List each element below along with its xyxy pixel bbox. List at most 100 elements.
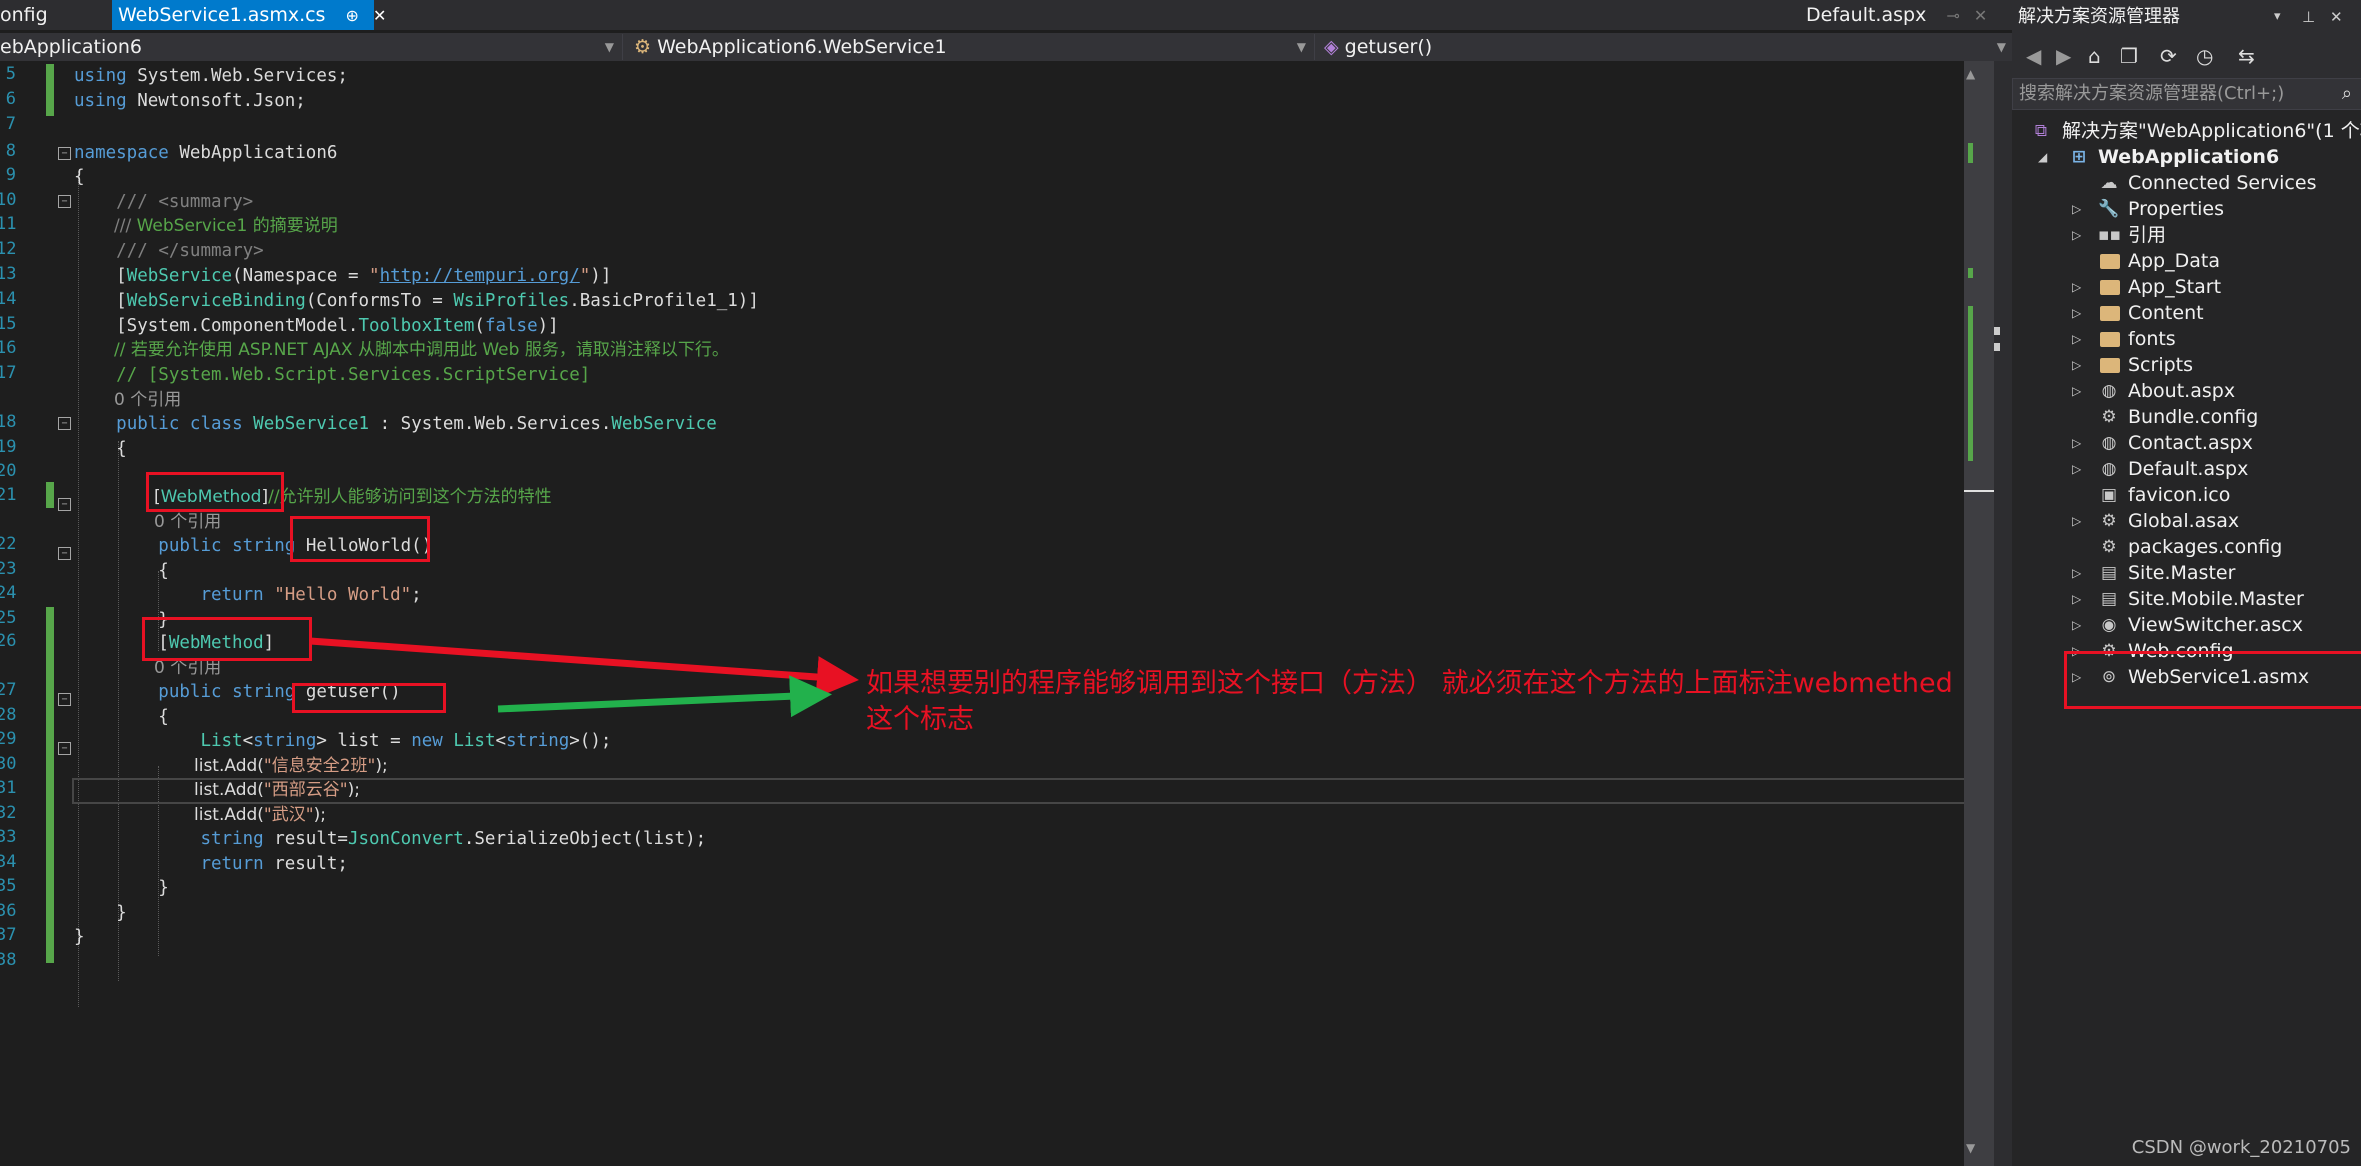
project-dropdown-value: ebApplication6 <box>0 36 142 58</box>
project-dropdown[interactable]: ebApplication6 ▼ <box>0 34 623 60</box>
tree-item-properties[interactable]: ▷ 🔧 Properties <box>2032 196 2361 222</box>
collapsed-icon[interactable]: ▷ <box>2072 274 2081 300</box>
web-page-icon: ◍ <box>2101 459 2117 479</box>
tree-item-site-master[interactable]: ▷ ▤ Site.Master <box>2032 560 2361 586</box>
line-number: 18 <box>0 412 17 432</box>
tree-item-favicon-ico[interactable]: ▣ favicon.ico <box>2032 482 2361 508</box>
code-editor[interactable]: 5 6 7 8 9 10 11 12 13 14 15 16 17 18 19 20 21 22 23 24 25 26 2… <box>0 61 1964 1166</box>
config-icon: ⚙ <box>2101 407 2117 427</box>
search-icon[interactable]: ⌕ <box>2342 79 2352 109</box>
line-number: 17 <box>0 363 17 383</box>
tree-item-content[interactable]: ▷ Content <box>2032 300 2361 326</box>
line-number: 10 <box>0 190 17 210</box>
tree-item-connected-services[interactable]: ☁ Connected Services <box>2032 170 2361 196</box>
code-line: } <box>74 927 85 947</box>
tree-item-app-start[interactable]: ▷ App_Start <box>2032 274 2361 300</box>
highlight-box-helloworld <box>290 516 430 562</box>
wrench-icon: 🔧 <box>2098 199 2120 219</box>
line-number: 13 <box>0 264 17 284</box>
tree-item-packages-config[interactable]: ⚙ packages.config <box>2032 534 2361 560</box>
sync-icon[interactable]: ⟳ <box>2160 44 2177 68</box>
search-solution-explorer-input[interactable]: 搜索解决方案资源管理器(Ctrl+;) ⌕ <box>2012 78 2361 110</box>
switch-views-icon[interactable]: ❐ <box>2120 44 2138 68</box>
codelens-references[interactable]: 0 个引用 <box>114 388 181 412</box>
tree-item-fonts[interactable]: ▷ fonts <box>2032 326 2361 352</box>
fold-toggle[interactable]: − <box>58 742 71 755</box>
change-marker <box>1968 306 1973 461</box>
collapsed-icon[interactable]: ▷ <box>2072 196 2081 222</box>
tree-item-app-data[interactable]: App_Data <box>2032 248 2361 274</box>
collapsed-icon[interactable]: ▷ <box>2072 326 2081 352</box>
collapsed-icon[interactable]: ▷ <box>2072 378 2081 404</box>
tab-webservice1-asmx-cs[interactable]: WebService1.asmx.cs ⊕ ✕ <box>112 0 386 30</box>
document-tab-bar: onfig WebService1.asmx.cs ⊕ ✕ Default.as… <box>0 0 2012 30</box>
tree-item-site-mobile-master[interactable]: ▷ ▤ Site.Mobile.Master <box>2032 586 2361 612</box>
line-number: 32 <box>0 803 17 823</box>
fold-toggle[interactable]: − <box>58 547 71 560</box>
collapsed-icon[interactable]: ▷ <box>2072 352 2081 378</box>
scroll-down-icon[interactable]: ▼ <box>1966 1141 1975 1155</box>
tree-item-global-asax[interactable]: ▷ ⚙ Global.asax <box>2032 508 2361 534</box>
line-number: 28 <box>0 705 17 725</box>
close-icon[interactable]: ✕ <box>373 6 386 25</box>
collapsed-icon[interactable]: ▷ <box>2072 508 2081 534</box>
fold-toggle[interactable]: − <box>58 498 71 511</box>
forward-icon[interactable]: ▶ <box>2056 44 2071 68</box>
tree-item-default-aspx[interactable]: ▷ ◍ Default.aspx <box>2032 456 2361 482</box>
tab-web-config[interactable]: onfig <box>0 0 106 30</box>
tree-item-scripts[interactable]: ▷ Scripts <box>2032 352 2361 378</box>
web-page-icon: ◍ <box>2101 381 2117 401</box>
highlight-box-webservice <box>2064 651 2361 709</box>
fold-toggle[interactable]: − <box>58 417 71 430</box>
collapsed-icon[interactable]: ▷ <box>2072 430 2081 456</box>
code-line: [WebService(Namespace = "http://tempuri.… <box>74 266 612 286</box>
tree-label: 解决方案"WebApplication6"(1 个项 <box>2062 120 2361 142</box>
tree-item-contact-aspx[interactable]: ▷ ◍ Contact.aspx <box>2032 430 2361 456</box>
tree-label: App_Data <box>2128 250 2220 272</box>
fold-toggle[interactable]: − <box>58 147 71 160</box>
collapsed-icon[interactable]: ▷ <box>2072 222 2081 248</box>
code-line: [WebServiceBinding(ConformsTo = WsiProfi… <box>74 291 759 311</box>
back-icon[interactable]: ◀ <box>2026 44 2041 68</box>
window-menu-icon[interactable]: ▾ <box>2274 0 2281 34</box>
fold-toggle[interactable]: − <box>58 195 71 208</box>
collapsed-icon[interactable]: ▷ <box>2072 586 2081 612</box>
tree-item-viewswitcher-ascx[interactable]: ▷ ◉ ViewSwitcher.ascx <box>2032 612 2361 638</box>
fold-toggle[interactable]: − <box>58 693 71 706</box>
pin-icon[interactable]: ⊸ <box>1946 6 1959 25</box>
line-number: 6 <box>5 89 16 109</box>
tab-label: WebService1.asmx.cs <box>118 4 326 26</box>
collapsed-icon[interactable]: ▷ <box>2072 456 2081 482</box>
pin-icon[interactable]: ⊕ <box>346 6 359 25</box>
change-marker <box>1968 268 1973 278</box>
change-marker <box>46 482 54 508</box>
collapsed-icon[interactable]: ▷ <box>2072 560 2081 586</box>
close-icon[interactable]: ✕ <box>1974 6 1987 25</box>
solution-explorer-toolbar: ◀ ▶ ⌂ ❐ ⟳ ◷ ⇆ <box>2012 34 2361 78</box>
collapsed-icon[interactable]: ▷ <box>2072 300 2081 326</box>
tab-label: Default.aspx <box>1806 4 1927 26</box>
expanded-icon[interactable]: ◢ <box>2038 144 2047 170</box>
tree-item-about-aspx[interactable]: ▷ ◍ About.aspx <box>2032 378 2361 404</box>
codelens-references[interactable]: 0 个引用 <box>154 510 221 534</box>
class-dropdown[interactable]: ⚙ WebApplication6.WebService1 ▼ <box>628 34 1315 60</box>
member-dropdown[interactable]: ◈ getuser() ▼ <box>1316 34 2014 60</box>
pin-icon[interactable]: ⊥ <box>2302 0 2315 34</box>
editor-scrollbar[interactable]: ▲ ▼ <box>1964 61 1994 1166</box>
gear-page-icon: ⚙ <box>2101 511 2117 531</box>
splitter-handle[interactable] <box>1994 343 2000 351</box>
tree-item--[interactable]: ▷ ▪▪ 引用 <box>2032 222 2361 248</box>
home-icon[interactable]: ⌂ <box>2088 44 2101 68</box>
close-icon[interactable]: ✕ <box>2330 0 2343 34</box>
code-line: /// </summary> <box>116 241 264 261</box>
editor-margin <box>1994 61 2012 1166</box>
scroll-up-icon[interactable]: ▲ <box>1966 67 1975 81</box>
sync-with-document-icon[interactable]: ⇆ <box>2238 44 2255 68</box>
line-number: 19 <box>0 437 17 457</box>
line-number-gutter: 5 6 7 8 9 10 11 12 13 14 15 16 17 18 19 20 21 22 23 24 25 26 2… <box>0 61 70 1166</box>
tab-default-aspx[interactable]: Default.aspx ⊸ ✕ <box>1806 0 2006 30</box>
splitter-handle[interactable] <box>1994 327 2000 335</box>
collapsed-icon[interactable]: ▷ <box>2072 612 2081 638</box>
pending-changes-icon[interactable]: ◷ <box>2196 44 2213 68</box>
tree-item-bundle-config[interactable]: ⚙ Bundle.config <box>2032 404 2361 430</box>
